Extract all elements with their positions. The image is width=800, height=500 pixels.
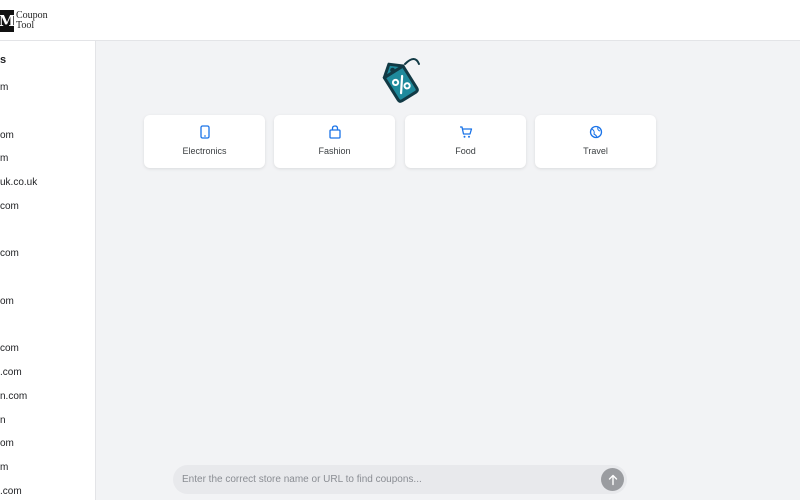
coupon-tag-icon bbox=[375, 54, 425, 106]
logo-line-2: Tool bbox=[16, 20, 35, 31]
sidebar-item[interactable]: m bbox=[0, 82, 8, 93]
sidebar-item[interactable]: om bbox=[0, 296, 14, 307]
sidebar-item[interactable]: .com bbox=[0, 486, 22, 497]
logo-mark: M bbox=[0, 10, 14, 32]
sidebar-item[interactable]: n.com bbox=[0, 391, 27, 402]
search-input[interactable] bbox=[182, 465, 592, 494]
sidebar: s m om m uk.co.uk com com om com .com n.… bbox=[0, 41, 96, 500]
category-card-fashion[interactable]: Fashion bbox=[274, 115, 395, 168]
sidebar-item[interactable]: om bbox=[0, 438, 14, 449]
sidebar-item[interactable]: n bbox=[0, 415, 6, 426]
category-cards: Electronics Fashion Food Travel bbox=[0, 115, 800, 168]
sidebar-item[interactable]: com bbox=[0, 248, 19, 259]
category-label: Fashion bbox=[318, 146, 351, 156]
search-bar bbox=[173, 465, 627, 494]
logo-text: Coupon Tool bbox=[16, 11, 48, 31]
sidebar-item[interactable]: uk.co.uk bbox=[0, 177, 37, 188]
category-card-food[interactable]: Food bbox=[405, 115, 526, 168]
cart-icon bbox=[459, 126, 472, 138]
sidebar-item[interactable]: com bbox=[0, 343, 19, 354]
category-label: Travel bbox=[583, 146, 608, 156]
category-card-travel[interactable]: Travel bbox=[535, 115, 656, 168]
top-bar: M Coupon Tool bbox=[0, 0, 800, 41]
arrow-up-icon bbox=[608, 474, 617, 485]
bag-icon bbox=[328, 125, 341, 139]
globe-icon bbox=[589, 125, 602, 139]
category-card-electronics[interactable]: Electronics bbox=[144, 115, 265, 168]
tablet-icon bbox=[199, 125, 210, 139]
sidebar-item[interactable]: com bbox=[0, 201, 19, 212]
submit-button[interactable] bbox=[601, 468, 624, 491]
category-label: Electronics bbox=[182, 146, 227, 156]
category-label: Food bbox=[455, 146, 476, 156]
sidebar-item[interactable]: .com bbox=[0, 367, 22, 378]
sidebar-item[interactable]: m bbox=[0, 462, 8, 473]
sidebar-heading: s bbox=[0, 54, 7, 66]
app-logo[interactable]: M Coupon Tool bbox=[0, 8, 48, 34]
